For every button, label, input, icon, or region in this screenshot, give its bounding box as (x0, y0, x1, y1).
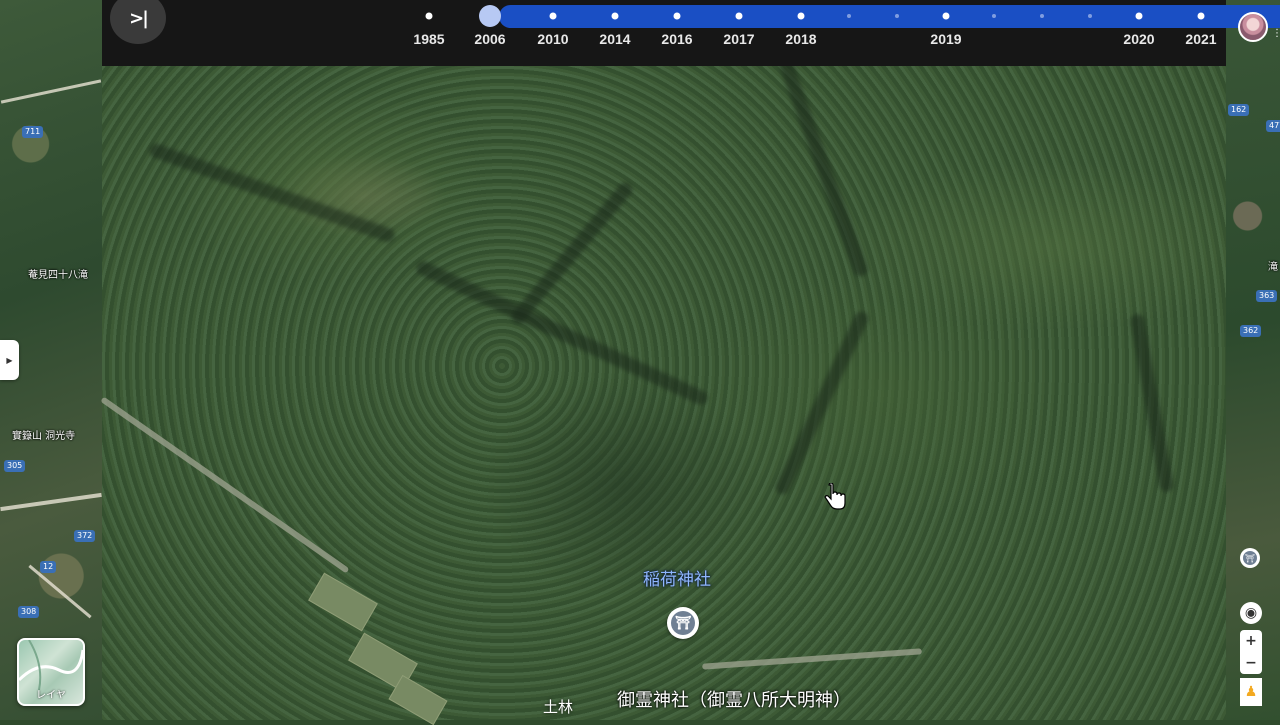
timeline-dot[interactable] (1040, 14, 1044, 18)
map-thumbnail-icon (19, 640, 83, 691)
timeline-year-label[interactable]: 2010 (537, 31, 568, 47)
ravine (774, 47, 870, 279)
timeline-dot[interactable] (847, 14, 851, 18)
timeline-dot[interactable] (1197, 12, 1205, 20)
timeline-dot[interactable] (673, 12, 681, 20)
zoom-out-button[interactable]: − (1240, 652, 1262, 674)
layers-label: レイヤ (36, 690, 66, 701)
road (100, 396, 350, 574)
route-badge: 372 (74, 530, 96, 542)
field (308, 572, 378, 632)
timeline-year-label[interactable]: 1985 (413, 31, 444, 47)
apps-icon[interactable]: ⋮ (1272, 28, 1280, 39)
route-badge: 362 (1240, 325, 1262, 337)
timeline-dot[interactable] (992, 14, 996, 18)
timeline-year-label[interactable]: 2014 (599, 31, 630, 47)
timeline-year-label[interactable]: 2016 (661, 31, 692, 47)
timeline-dot[interactable] (425, 12, 433, 20)
timeline-year-label[interactable]: 2021 (1185, 31, 1216, 47)
route-badge: 305 (4, 460, 26, 472)
route-badge: 162 (1228, 104, 1250, 116)
hand-cursor-icon (824, 483, 846, 510)
torii-icon: ⛩ (671, 611, 695, 635)
satellite-imagery[interactable] (100, 47, 1226, 725)
timeline-year-label[interactable]: 2020 (1123, 31, 1154, 47)
timeline-dot[interactable] (549, 12, 557, 20)
zoom-in-button[interactable]: + (1240, 630, 1262, 652)
ravine (1129, 313, 1175, 493)
timeline-dot[interactable] (942, 12, 950, 20)
ravine (414, 259, 710, 407)
route-badge: 308 (18, 606, 40, 618)
temple-label[interactable]: 實籙山 洞光寺 (12, 427, 75, 442)
goryo-shrine-label[interactable]: 御霊神社（御霊八所大明神） (617, 686, 851, 712)
timeline-dot[interactable] (1088, 14, 1092, 18)
my-location-button[interactable]: ◉ (1240, 602, 1262, 624)
timeline-dot[interactable] (895, 14, 899, 18)
inari-shrine-label[interactable]: 稲荷神社 (643, 565, 711, 590)
timeline-dot[interactable] (1135, 12, 1143, 20)
road (0, 492, 102, 512)
layers-button[interactable]: レイヤ (17, 638, 85, 706)
torii-icon: ⛩ (1243, 551, 1257, 565)
pegman-icon: ♟ (1244, 684, 1258, 700)
ravine (147, 141, 397, 245)
right-shrine-pin[interactable]: ⛩ (1240, 548, 1260, 568)
pegman-button[interactable]: ♟ (1240, 678, 1262, 706)
timeline-year-label[interactable]: 2019 (930, 31, 961, 47)
route-badge: 363 (1256, 290, 1278, 302)
route-badge: 12 (40, 561, 57, 573)
ravine (508, 179, 636, 327)
waterfall-label[interactable]: 菴見四十八滝 (28, 266, 88, 281)
road (0, 79, 102, 104)
route-badge: 711 (22, 126, 44, 138)
minus-icon: − (1245, 655, 1257, 671)
field (388, 674, 448, 725)
timeline-dot[interactable] (735, 12, 743, 20)
locate-icon: ◉ (1244, 605, 1258, 621)
plus-icon: + (1245, 633, 1257, 649)
route-badge: 477 (1266, 120, 1280, 132)
timeline-dot[interactable] (611, 12, 619, 20)
ravine (773, 309, 871, 497)
road (702, 648, 922, 670)
avatar[interactable] (1238, 12, 1268, 42)
timeline-dot[interactable] (479, 5, 501, 27)
right-map-label: 滝 (1268, 262, 1278, 273)
timeline-year-label[interactable]: 2017 (723, 31, 754, 47)
shrine-pin[interactable]: ⛩ (667, 607, 699, 639)
chevron-right-icon: ▶ (6, 355, 13, 365)
tsuchibayashi-label[interactable]: 土林 (543, 696, 573, 717)
timeline-dot[interactable] (797, 12, 805, 20)
timeline-year-label[interactable]: 2018 (785, 31, 816, 47)
timeline-year-label[interactable]: 2006 (474, 31, 505, 47)
side-panel-toggle[interactable]: ▶ (0, 340, 19, 380)
